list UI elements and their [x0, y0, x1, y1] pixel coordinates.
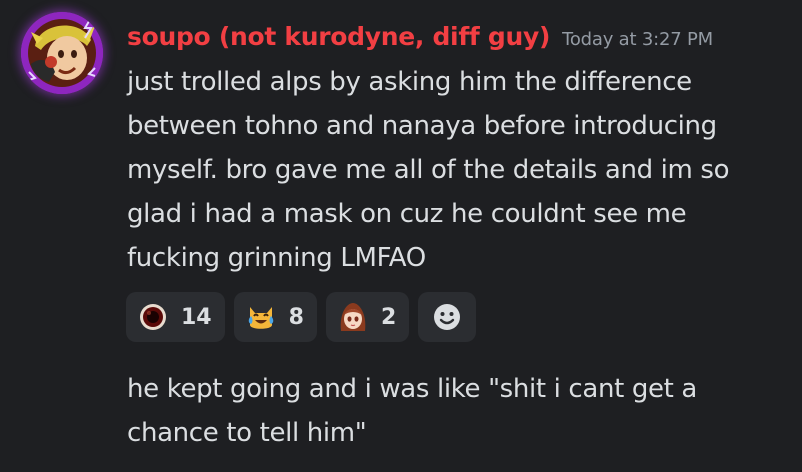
reaction-count: 2: [380, 304, 397, 330]
smiley-add-reaction-icon: [434, 304, 461, 330]
reactions-bar: 14 8 2: [126, 292, 477, 342]
add-reaction-button[interactable]: [418, 292, 477, 342]
message-line: fucking grinning LMFAO: [127, 243, 426, 273]
user-avatar[interactable]: [21, 12, 103, 94]
message-line: glad i had a mask on cuz he couldnt see …: [127, 199, 687, 229]
followup-message-content: he kept going and i was like "shit i can…: [127, 367, 787, 455]
author-username[interactable]: soupo (not kurodyne, diff guy): [127, 22, 550, 51]
reaction-count: 8: [288, 304, 304, 330]
cat-tears-of-joy-emoji-icon: [248, 307, 273, 329]
message-timestamp[interactable]: Today at 3:27 PM: [562, 29, 713, 50]
anime-girl-emoji-icon: [340, 303, 366, 331]
message-header: soupo (not kurodyne, diff guy) Today at …: [127, 22, 713, 51]
message-line: between tohno and nanaya before introduc…: [127, 111, 717, 141]
reaction-dark-orb[interactable]: 14: [126, 292, 225, 342]
message-line: he kept going and i was like "shit i can…: [127, 374, 697, 404]
message-line: chance to tell him": [127, 418, 367, 448]
avatar-art-icon: [21, 12, 103, 94]
dark-orb-emoji-icon: [140, 304, 166, 330]
reaction-anime-girl[interactable]: 2: [325, 292, 410, 342]
message-line: myself. bro gave me all of the details a…: [127, 155, 730, 185]
reaction-cat-joy[interactable]: 8: [233, 292, 317, 342]
message-content: just trolled alps by asking him the diff…: [127, 60, 787, 280]
chat-message: soupo (not kurodyne, diff guy) Today at …: [0, 0, 802, 472]
reaction-count: 14: [181, 304, 212, 330]
message-line: just trolled alps by asking him the diff…: [127, 67, 692, 97]
